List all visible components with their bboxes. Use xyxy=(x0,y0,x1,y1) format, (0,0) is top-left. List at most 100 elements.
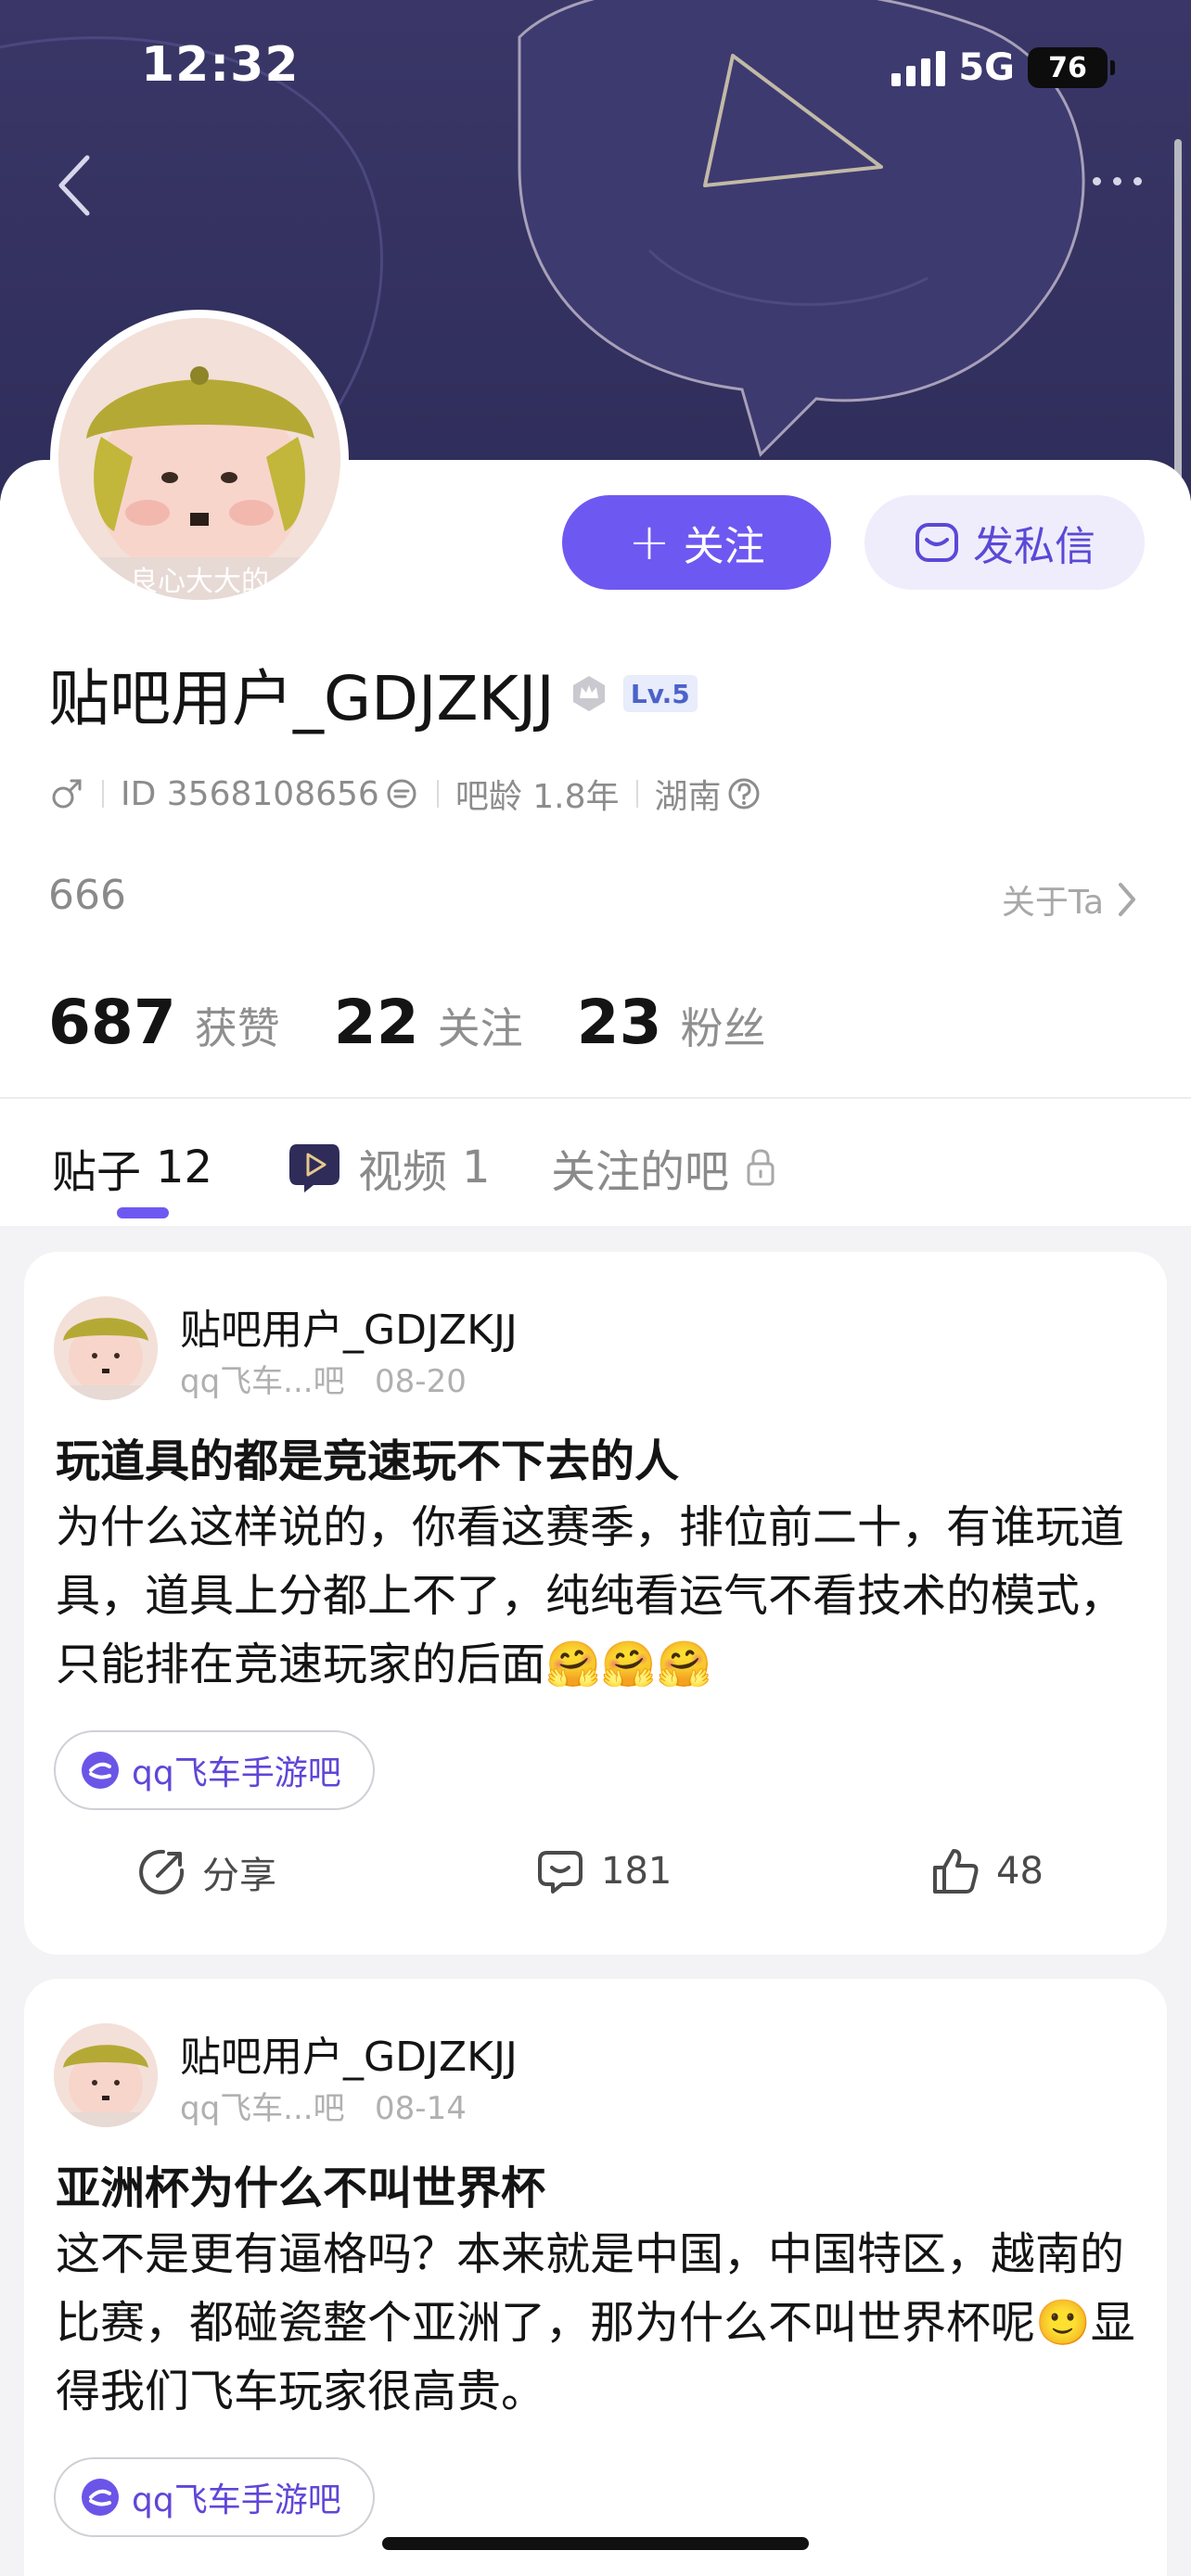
username-row: 贴吧用户_GDJZKJJ Lv.5 xyxy=(48,649,698,738)
post-emoji: 🙂 xyxy=(1035,2297,1091,2349)
stat-value: 22 xyxy=(333,987,419,1058)
post-author[interactable]: 贴吧用户_GDJZKJJ xyxy=(180,2023,518,2083)
lock-icon xyxy=(747,1149,775,1186)
avatar[interactable]: 良心大大的 xyxy=(50,310,349,608)
post-title[interactable]: 亚洲杯为什么不叫世界杯 xyxy=(56,2151,545,2216)
message-label: 发私信 xyxy=(973,523,1095,570)
share-icon xyxy=(139,1849,185,1894)
tab-videos[interactable]: 视频 1 xyxy=(286,1135,491,1200)
home-indicator[interactable] xyxy=(382,2537,809,2550)
network-type: 5G xyxy=(958,46,1015,89)
post-actions: 分享 181 48 xyxy=(24,1845,1167,1919)
post-forum[interactable]: qq飞车...吧 xyxy=(180,2090,345,2127)
stat-value: 23 xyxy=(576,987,662,1058)
post-meta: qq飞车...吧 08-20 xyxy=(180,1356,467,1401)
battery-icon: 76 xyxy=(1028,47,1115,88)
divider xyxy=(0,1097,1191,1099)
avatar[interactable] xyxy=(54,2023,158,2127)
forum-tag-label: qq飞车手游吧 xyxy=(132,2481,341,2519)
stat-label: 获赞 xyxy=(194,1003,280,1053)
forum-tag[interactable]: qq飞车手游吧 xyxy=(54,1730,375,1810)
post-meta: qq飞车...吧 08-14 xyxy=(180,2083,467,2128)
tab-label: 贴子 xyxy=(52,1146,142,1198)
location: 湖南 xyxy=(654,778,722,816)
forum-tag-label: qq飞车手游吧 xyxy=(132,1754,341,1792)
comment-button[interactable]: 181 xyxy=(534,1845,672,1897)
profile-stats: 687 获赞 22 关注 23 粉丝 xyxy=(48,987,766,1058)
chevron-right-icon xyxy=(1119,883,1135,916)
message-button[interactable]: 发私信 xyxy=(864,495,1145,590)
like-button[interactable]: 48 xyxy=(929,1845,1044,1897)
post-card[interactable]: 贴吧用户_GDJZKJJ qq飞车...吧 08-14 亚洲杯为什么不叫世界杯 … xyxy=(24,1979,1167,2576)
tab-label: 关注的吧 xyxy=(551,1146,730,1198)
post-forum[interactable]: qq飞车...吧 xyxy=(180,1363,345,1400)
share-button[interactable]: 分享 xyxy=(135,1845,276,1899)
back-button[interactable] xyxy=(48,148,104,223)
status-time: 12:32 xyxy=(141,37,300,93)
chevron-left-icon xyxy=(58,155,90,216)
avatar[interactable] xyxy=(54,1296,158,1400)
tab-count: 12 xyxy=(156,1141,213,1193)
stat-followers[interactable]: 23 粉丝 xyxy=(577,987,766,1058)
tab-followed-forums[interactable]: 关注的吧 xyxy=(551,1135,777,1200)
more-dot-icon xyxy=(1133,176,1142,185)
video-icon xyxy=(289,1144,339,1192)
male-icon xyxy=(52,779,82,809)
tab-posts[interactable]: 贴子 12 xyxy=(52,1135,212,1200)
profile-meta: ID 3568108656 吧龄 1.8年 湖南 xyxy=(48,770,762,818)
stat-following[interactable]: 22 关注 xyxy=(334,987,523,1058)
rank-crown-icon[interactable] xyxy=(568,672,610,715)
username: 贴吧用户_GDJZKJJ xyxy=(48,663,555,734)
post-date: 08-20 xyxy=(375,1363,467,1400)
stat-label: 关注 xyxy=(437,1003,523,1053)
follow-button[interactable]: + 关注 xyxy=(562,495,831,590)
tieba-age: 吧龄 1.8年 xyxy=(455,778,620,816)
battery-level: 76 xyxy=(1048,51,1087,84)
about-link[interactable]: 关于Ta xyxy=(1002,875,1139,924)
thumbs-up-icon xyxy=(933,1849,979,1894)
forum-logo-icon xyxy=(82,1752,119,1789)
forum-logo-icon xyxy=(82,2479,119,2516)
post-date: 08-14 xyxy=(375,2090,467,2127)
meta-separator xyxy=(635,780,638,808)
tab-label: 视频 xyxy=(358,1146,448,1198)
post-author[interactable]: 贴吧用户_GDJZKJJ xyxy=(180,1296,518,1356)
comment-icon xyxy=(538,1851,583,1894)
forum-tag[interactable]: qq飞车手游吧 xyxy=(54,2457,375,2537)
avatar-image: 良心大大的 xyxy=(58,318,340,600)
stat-label: 粉丝 xyxy=(680,1003,766,1053)
user-id: ID 3568108656 xyxy=(121,774,379,813)
post-body[interactable]: 这不是更有逼格吗？本来就是中国，中国特区，越南的比赛，都碰瓷整个亚洲了，那为什么… xyxy=(56,2220,1150,2426)
more-options-button[interactable] xyxy=(1080,162,1154,199)
post-card[interactable]: 贴吧用户_GDJZKJJ qq飞车...吧 08-20 玩道具的都是竞速玩不下去… xyxy=(24,1252,1167,1955)
post-body-text: 这不是更有逼格吗？本来就是中国，中国特区，越南的比赛，都碰瓷整个亚洲了，那为什么… xyxy=(56,2228,1125,2349)
more-dot-icon xyxy=(1092,176,1101,185)
meta-separator xyxy=(436,780,439,808)
post-title[interactable]: 玩道具的都是竞速玩不下去的人 xyxy=(56,1424,679,1489)
post-emoji: 🤗🤗🤗 xyxy=(545,1639,712,1690)
bio: 666 xyxy=(48,872,126,919)
like-count: 48 xyxy=(996,1850,1044,1893)
post-body[interactable]: 为什么这样说的，你看这赛季，排位前二十，有谁玩道具，道具上分都上不了，纯纯看运气… xyxy=(56,1493,1150,1699)
stat-value: 687 xyxy=(48,987,176,1058)
stat-likes[interactable]: 687 获赞 xyxy=(48,987,280,1058)
share-label: 分享 xyxy=(202,1855,276,1897)
avatar-image xyxy=(54,1296,158,1400)
more-dot-icon xyxy=(1112,176,1121,185)
message-icon xyxy=(916,523,958,562)
comment-count: 181 xyxy=(601,1850,672,1893)
about-label: 关于Ta xyxy=(1001,884,1104,922)
signal-icon xyxy=(891,49,946,86)
question-icon[interactable] xyxy=(725,775,762,812)
profile-tabs: 贴子 12 视频 1 关注的吧 xyxy=(0,1103,1191,1226)
copy-icon[interactable] xyxy=(383,775,420,812)
level-badge[interactable]: Lv.5 xyxy=(622,675,698,712)
tab-count: 1 xyxy=(462,1141,491,1193)
avatar-caption: 良心大大的 xyxy=(130,566,269,598)
avatar-image xyxy=(54,2023,158,2127)
meta-separator xyxy=(102,780,104,808)
follow-label: 关注 xyxy=(683,523,765,570)
plus-icon: + xyxy=(628,513,671,571)
status-indicators: 5G 76 xyxy=(891,46,1115,89)
tab-indicator xyxy=(117,1207,169,1218)
